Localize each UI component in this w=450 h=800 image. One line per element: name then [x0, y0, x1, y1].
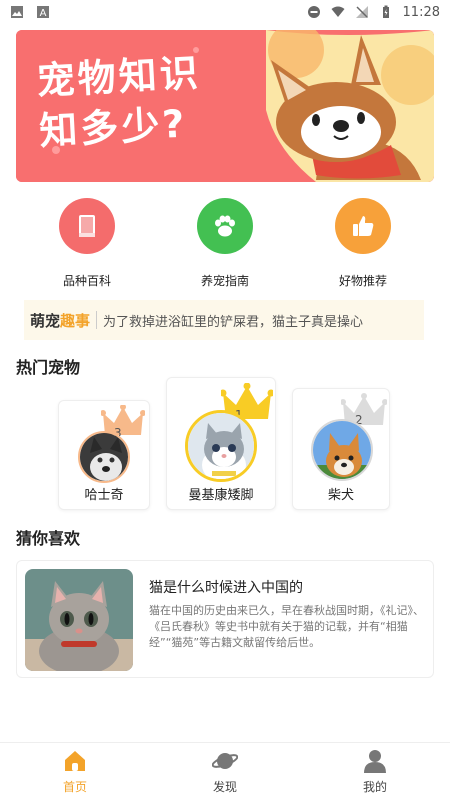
news-ticker[interactable]: 萌宠 趣事 为了救掉进浴缸里的铲屎君，猫主子真是操心 — [24, 300, 424, 340]
category-label: 好物推荐 — [338, 274, 387, 288]
article-image — [25, 569, 133, 671]
category-label: 养宠指南 — [200, 274, 249, 288]
category-label: 品种百科 — [62, 274, 111, 288]
image-icon — [11, 6, 23, 18]
pet-name: 曼基康矮脚 — [188, 488, 254, 503]
a-badge-icon: A — [37, 6, 49, 19]
status-time: 11:28 — [402, 4, 440, 20]
svg-text:A: A — [40, 8, 47, 19]
nav-home[interactable]: 首页 — [0, 743, 150, 800]
pet-card-shiba[interactable]: 2 柴犬 — [292, 388, 390, 510]
article-description: 猫在中国的历史由来已久，早在春秋战国时期，《礼记》、《吕氏春秋》等史书中就有关于… — [149, 604, 424, 649]
banner-title-line1: 宠物知识 — [35, 50, 202, 104]
nav-discover[interactable]: 发现 — [150, 743, 300, 800]
do-not-disturb-icon — [307, 6, 320, 18]
thumbs-up-icon — [335, 198, 391, 254]
pet-card-munchkin[interactable]: 1 曼基康矮脚 — [166, 377, 276, 510]
ticker-tag-part2: 趣事 — [60, 311, 91, 330]
pet-avatar — [78, 431, 130, 483]
guess-title-text: 猜你喜欢 — [16, 529, 81, 548]
ticker-tag-part1: 萌宠 — [30, 311, 61, 330]
wifi-icon — [331, 6, 345, 17]
category-breed-encyclopedia[interactable]: 品种百科 — [32, 198, 142, 290]
nav-label: 我的 — [362, 780, 387, 794]
category-recommendations[interactable]: 好物推荐 — [308, 198, 418, 290]
banner[interactable]: 宠物知识 知多少? — [16, 30, 434, 182]
book-icon — [59, 198, 115, 254]
nav-label: 首页 — [62, 780, 87, 794]
planet-icon — [212, 753, 238, 769]
category-menu: 品种百科 养宠指南 好物推荐 — [16, 198, 434, 290]
hot-pets-title-text: 热门宠物 — [16, 358, 81, 377]
category-pet-guide[interactable]: 养宠指南 — [170, 198, 280, 290]
ticker-divider — [96, 311, 98, 329]
home-icon — [65, 751, 85, 771]
paw-icon — [197, 198, 253, 254]
article-title: 猫是什么时候进入中国的 — [149, 580, 303, 596]
bottom-nav: 首页 发现 我的 — [0, 742, 450, 800]
pet-avatar — [311, 419, 373, 481]
nav-label: 发现 — [212, 780, 237, 794]
no-signal-icon — [355, 6, 368, 18]
user-icon — [364, 750, 386, 773]
banner-title: 宠物知识 知多少? — [35, 48, 204, 156]
banner-title-line2: 知多少? — [38, 101, 189, 154]
article-card[interactable]: 猫是什么时候进入中国的 猫在中国的历史由来已久，早在春秋战国时期，《礼记》、《吕… — [16, 560, 434, 678]
pet-card-husky[interactable]: 3 哈士奇 — [58, 400, 150, 510]
hot-pets-title: 热门宠物 — [16, 354, 81, 380]
battery-charging-icon — [382, 5, 389, 18]
status-bar: A 11:28 — [0, 0, 450, 24]
ticker-text: 为了救掉进浴缸里的铲屎君，猫主子真是操心 — [103, 314, 364, 330]
guess-title: 猜你喜欢 — [16, 525, 81, 551]
pet-avatar — [185, 410, 257, 482]
nav-mine[interactable]: 我的 — [300, 743, 450, 800]
pet-name: 柴犬 — [327, 488, 354, 503]
pet-name: 哈士奇 — [84, 488, 124, 503]
